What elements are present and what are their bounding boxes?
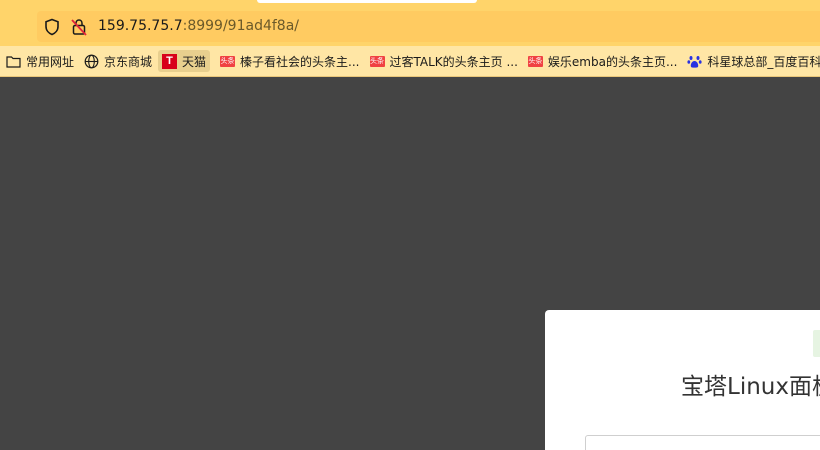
bookmark-toutiao-2[interactable]: 头条 过客TALK的头条主页 ... xyxy=(366,50,522,72)
baidu-paw-icon xyxy=(687,54,703,69)
bookmark-tmall[interactable]: T 天猫 xyxy=(158,50,211,72)
browser-window: 159.75.75.7:8999/91ad4f8a/ 常用网址 京东商城 T 天… xyxy=(0,0,820,450)
bookmark-toutiao-1[interactable]: 头条 榛子看社会的头条主... xyxy=(216,50,363,72)
security-badge xyxy=(813,330,820,357)
login-card: 宝塔Linux面板 xyxy=(545,310,820,450)
url-path: :8999/91ad4f8a/ xyxy=(182,18,299,34)
panel-title: 宝塔Linux面板 xyxy=(681,374,820,400)
globe-icon xyxy=(84,54,99,69)
bookmark-label: 科星球总部_百度百科 xyxy=(707,54,820,69)
bookmark-baidu-baike[interactable]: 科星球总部_百度百科 xyxy=(683,50,820,72)
toutiao-icon: 头条 xyxy=(220,55,236,67)
shield-icon[interactable] xyxy=(44,18,60,36)
insecure-lock-icon[interactable] xyxy=(71,18,87,36)
bookmark-label: 常用网址 xyxy=(26,54,75,69)
toutiao-icon: 头条 xyxy=(369,55,385,67)
bookmark-toutiao-3[interactable]: 头条 娱乐emba的头条主页... xyxy=(524,50,682,72)
bookmark-label: 过客TALK的头条主页 ... xyxy=(389,54,518,69)
bookmark-label: 榛子看社会的头条主... xyxy=(240,54,360,69)
url-host: 159.75.75.7 xyxy=(98,18,183,34)
tmall-icon: T xyxy=(162,53,178,69)
folder-icon xyxy=(6,54,21,69)
url-text[interactable]: 159.75.75.7:8999/91ad4f8a/ xyxy=(98,16,299,36)
username-input[interactable] xyxy=(585,435,820,450)
bookmark-folder-common[interactable]: 常用网址 xyxy=(2,50,78,72)
toutiao-icon: 头条 xyxy=(527,55,543,67)
bookmark-label: 天猫 xyxy=(182,54,207,69)
bookmarks-bar: 常用网址 京东商城 T 天猫 头条 榛子看社会的头条主... 头条 过客TALK… xyxy=(0,46,820,77)
active-tab[interactable] xyxy=(257,0,477,3)
bookmark-label: 娱乐emba的头条主页... xyxy=(547,54,678,69)
bookmark-jd[interactable]: 京东商城 xyxy=(80,50,156,72)
bookmark-label: 京东商城 xyxy=(104,54,153,69)
